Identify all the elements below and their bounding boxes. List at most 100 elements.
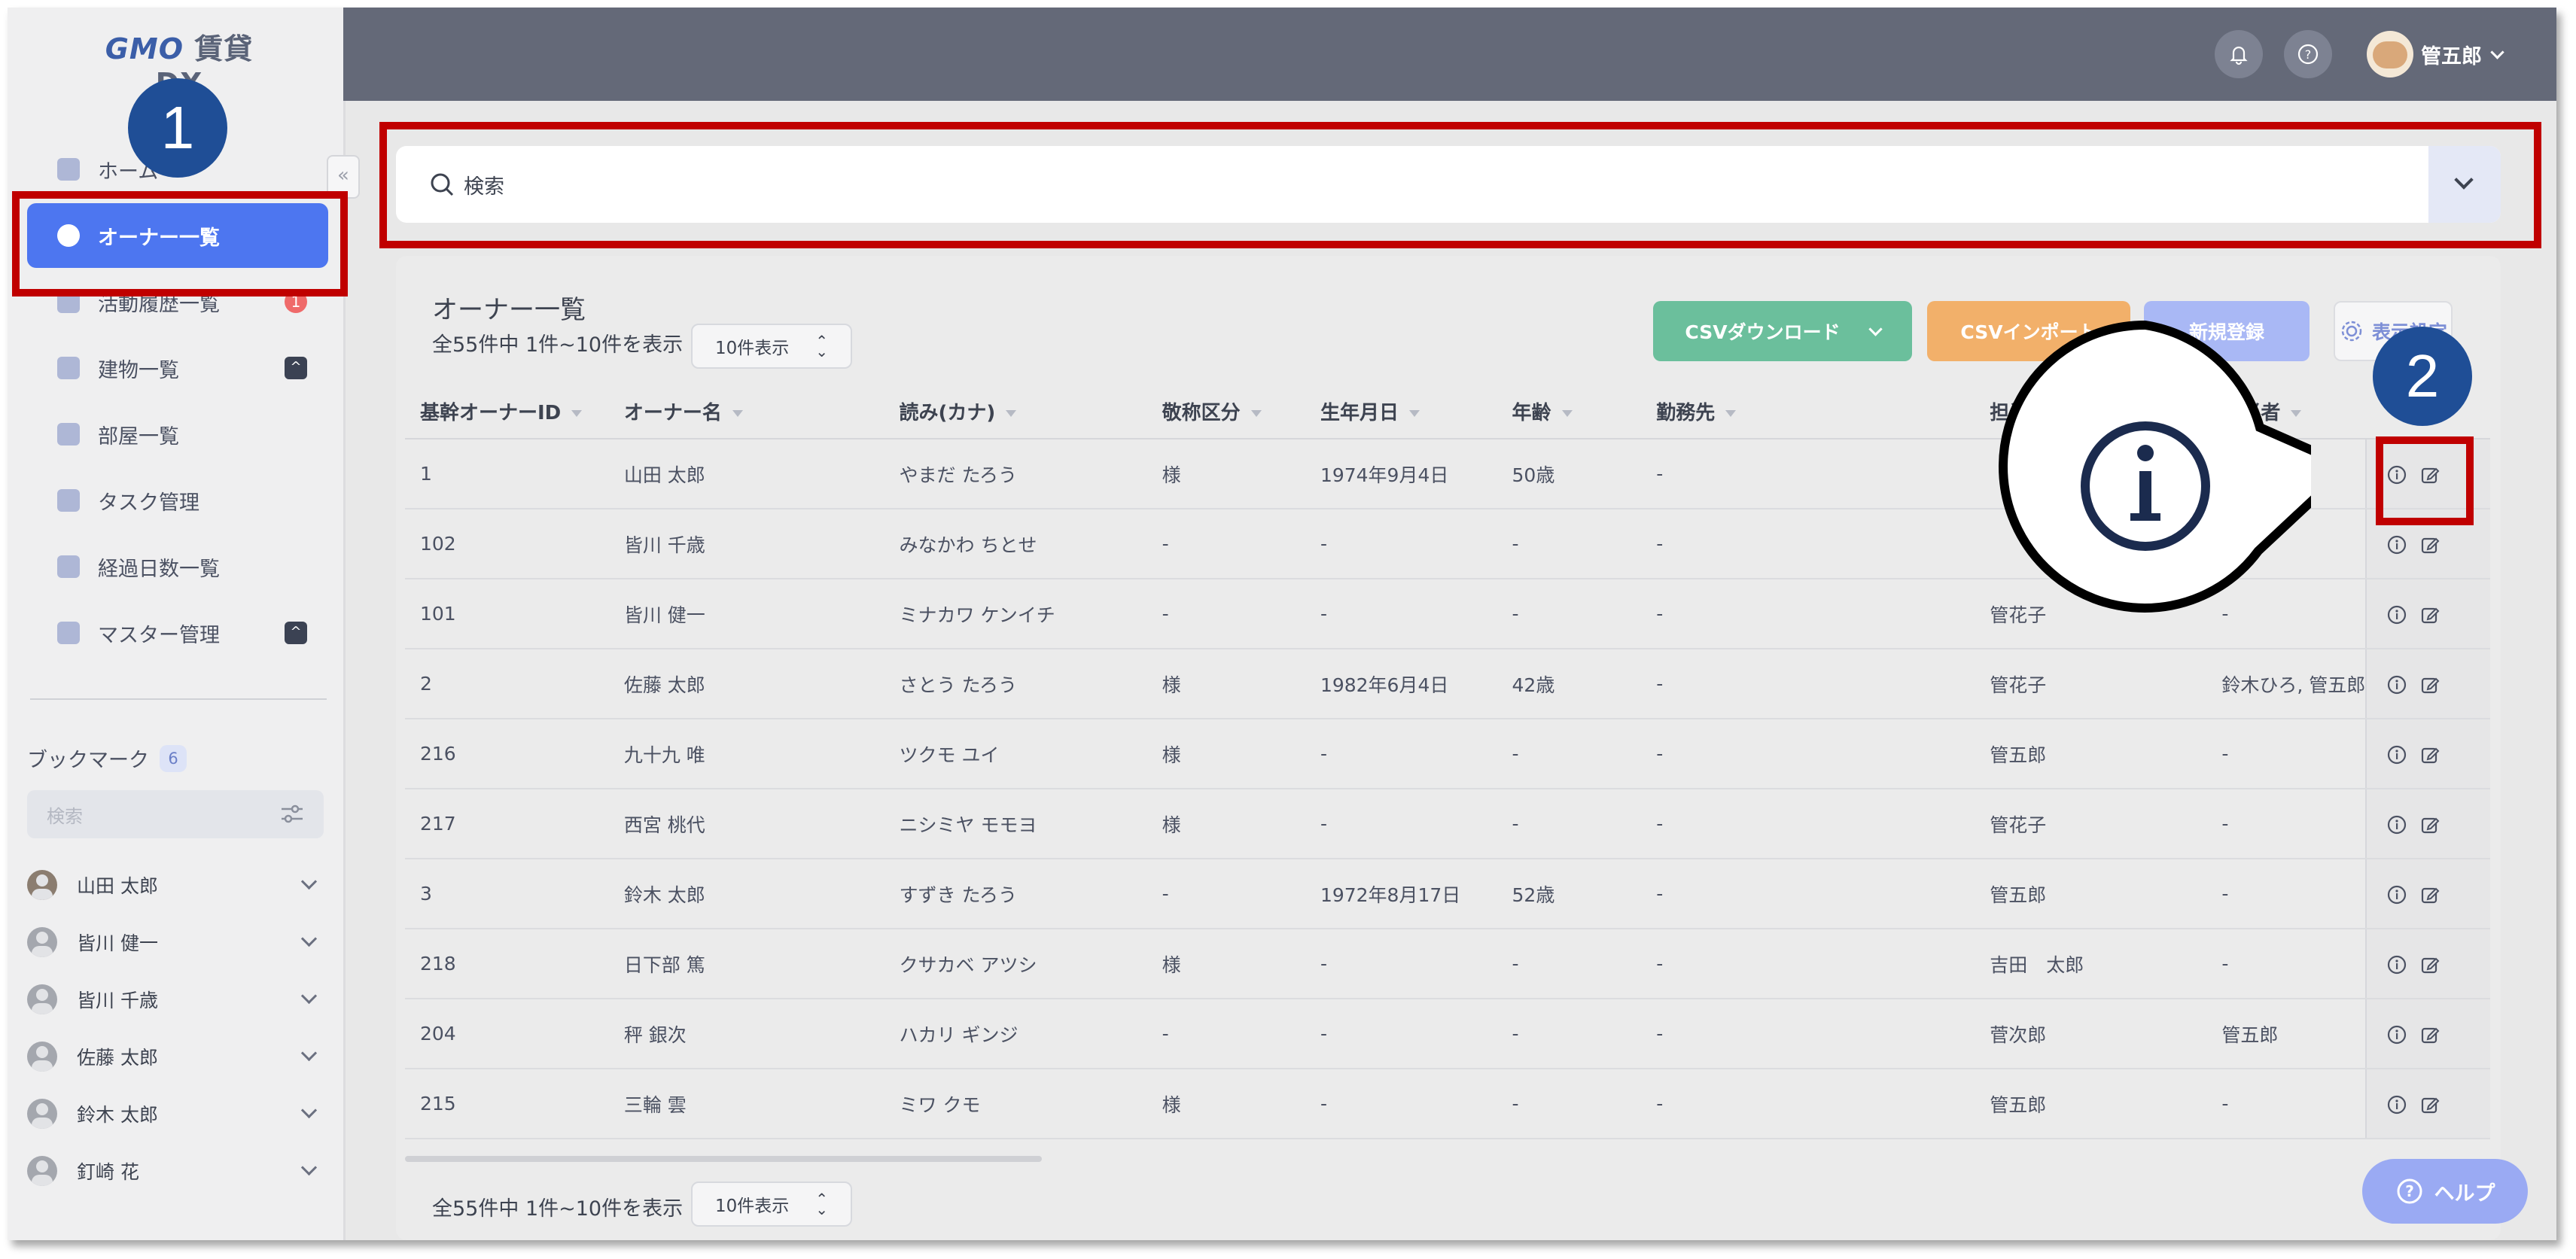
table-cell: 様	[1162, 929, 1320, 999]
table-row[interactable]: 3 鈴木 太郎 すずき たろう -1972年8月17日 52歳 - 管五郎 -	[405, 859, 2490, 929]
expand-icon[interactable]: ^	[285, 622, 307, 644]
info-icon[interactable]	[2386, 1094, 2407, 1115]
edit-icon[interactable]	[2419, 534, 2441, 555]
sidebar-item-rooms[interactable]: 部屋一覧	[27, 402, 328, 467]
bookmark-item[interactable]: 釘崎 花	[27, 1142, 324, 1200]
sort-icon[interactable]	[732, 409, 743, 417]
column-header[interactable]: 敬称区分	[1162, 384, 1320, 439]
chevron-down-icon[interactable]	[300, 930, 318, 947]
sort-icon[interactable]	[1006, 409, 1017, 417]
table-cell: 様	[1162, 719, 1320, 789]
table-cell: 様	[1162, 1069, 1320, 1139]
table-cell: 3	[405, 859, 624, 929]
filter-sliders-icon[interactable]	[280, 804, 304, 825]
edit-icon[interactable]	[2419, 1094, 2441, 1115]
info-icon[interactable]	[2386, 954, 2407, 975]
sidebar-item-master[interactable]: マスター管理 ^	[27, 601, 328, 665]
table-row[interactable]: 216 九十九 唯ツクモ ユイ様 - - - 管五郎 -	[405, 719, 2490, 789]
per-page-select[interactable]: 10件表示 ⌃ ⌄	[691, 324, 852, 369]
sidebar-item-elapsed-days[interactable]: 経過日数一覧	[27, 534, 328, 599]
edit-icon[interactable]	[2419, 744, 2441, 765]
table-cell: 様	[1162, 789, 1320, 859]
table-row[interactable]: 217 西宮 桃代 ニシミヤ モモヨ様 - - - 管花子 -	[405, 789, 2490, 859]
row-actions	[2365, 929, 2490, 999]
table-row[interactable]: 2 佐藤 太郎 さとう たろう様 1982年6月4日 42歳 - 管花子 鈴木ひろ, 管五郎	[405, 649, 2490, 719]
column-header[interactable]: 勤務先	[1656, 384, 1990, 439]
column-header[interactable]: 読み(カナ)	[899, 384, 1162, 439]
room-icon	[57, 423, 80, 446]
table-cell: 1972年8月17日	[1320, 859, 1512, 929]
sidebar-item-tasks[interactable]: タスク管理	[27, 468, 328, 533]
table-row[interactable]: 215 三輪 雲ミワ クモ様 - - - 管五郎 -	[405, 1069, 2490, 1139]
sort-icon[interactable]	[1561, 409, 1573, 417]
notification-bell-button[interactable]	[2215, 30, 2263, 78]
master-settings-icon	[57, 622, 80, 644]
expand-icon[interactable]: ^	[285, 357, 307, 379]
bookmark-item[interactable]: 皆川 健一	[27, 914, 324, 971]
chevron-down-icon[interactable]	[300, 1045, 318, 1062]
table-row[interactable]: 204 秤 銀次 ハカリ ギンジ - - - - 菅次郎 管五郎	[405, 999, 2490, 1069]
row-actions	[2365, 1069, 2490, 1139]
table-row[interactable]: 218 日下部 篤クサカベ アツシ様 - - - 吉田 太郎 -	[405, 929, 2490, 999]
info-callout-bubble	[1999, 320, 2311, 613]
sort-icon[interactable]	[571, 409, 583, 417]
chevron-down-icon[interactable]	[300, 987, 318, 1005]
column-header[interactable]: 年齢	[1512, 384, 1657, 439]
edit-icon[interactable]	[2419, 884, 2441, 905]
footer-per-page-select[interactable]: 10件表示 ⌃ ⌄	[691, 1181, 852, 1227]
row-actions	[2365, 649, 2490, 719]
table-cell: -	[1656, 439, 1990, 509]
sort-icon[interactable]	[1725, 409, 1737, 417]
table-cell: 217	[405, 789, 624, 859]
table-cell: -	[1512, 1069, 1657, 1139]
table-cell: 102	[405, 509, 624, 579]
edit-icon[interactable]	[2419, 604, 2441, 625]
info-icon[interactable]	[2386, 1024, 2407, 1045]
edit-icon[interactable]	[2419, 814, 2441, 835]
sidebar-item-label: 部屋一覧	[98, 424, 179, 449]
help-button[interactable]: ? ヘルプ	[2362, 1159, 2528, 1224]
bookmark-list: 山田 太郎 皆川 健一 皆川 千歳 佐藤 太郎 鈴木 太郎 釘崎 花	[27, 856, 324, 1200]
info-icon[interactable]	[2386, 534, 2407, 555]
info-icon[interactable]	[2386, 604, 2407, 625]
horizontal-scrollbar[interactable]	[405, 1156, 1042, 1162]
table-cell: 管五郎	[2221, 999, 2367, 1069]
chevron-down-icon[interactable]	[300, 1102, 318, 1119]
bell-icon	[2230, 46, 2248, 65]
bookmark-item[interactable]: 佐藤 太郎	[27, 1028, 324, 1085]
info-icon[interactable]	[2386, 744, 2407, 765]
table-cell: 204	[405, 999, 624, 1069]
chevron-down-icon[interactable]	[300, 873, 318, 890]
table-cell: ニシミヤ モモヨ	[899, 789, 1162, 859]
bookmark-item[interactable]: 山田 太郎	[27, 856, 324, 914]
info-icon[interactable]	[2386, 674, 2407, 695]
bookmark-item[interactable]: 鈴木 太郎	[27, 1085, 324, 1142]
table-cell: -	[2221, 859, 2367, 929]
svg-text:?: ?	[2405, 1182, 2414, 1200]
sidebar-item-label: マスター管理	[98, 623, 220, 647]
info-icon[interactable]	[2386, 814, 2407, 835]
chevron-down-icon[interactable]	[300, 1159, 318, 1176]
table-cell: 2	[405, 649, 624, 719]
edit-icon[interactable]	[2419, 954, 2441, 975]
user-menu[interactable]: 管五郎	[2367, 30, 2504, 78]
help-question-button[interactable]: ?	[2284, 30, 2332, 78]
bookmark-search-input[interactable]: 検索	[27, 790, 324, 838]
bookmark-item[interactable]: 皆川 千歳	[27, 971, 324, 1028]
edit-icon[interactable]	[2419, 1024, 2441, 1045]
step-number-1: 1	[128, 78, 227, 178]
info-icon[interactable]	[2386, 884, 2407, 905]
column-header[interactable]: オーナー名	[623, 384, 900, 439]
elapsed-days-icon	[57, 555, 80, 578]
sort-icon[interactable]	[1250, 409, 1262, 417]
sidebar-item-buildings[interactable]: 建物一覧 ^	[27, 336, 328, 400]
table-cell: 52歳	[1512, 859, 1657, 929]
step-number-2: 2	[2373, 327, 2472, 426]
row-actions	[2365, 999, 2490, 1069]
column-header[interactable]: 生年月日	[1320, 384, 1512, 439]
column-header[interactable]: 基幹オーナーID	[405, 384, 624, 439]
csv-download-button[interactable]: CSVダウンロード	[1653, 301, 1912, 361]
sort-icon[interactable]	[1408, 409, 1420, 417]
table-cell: -	[1512, 719, 1657, 789]
edit-icon[interactable]	[2419, 674, 2441, 695]
